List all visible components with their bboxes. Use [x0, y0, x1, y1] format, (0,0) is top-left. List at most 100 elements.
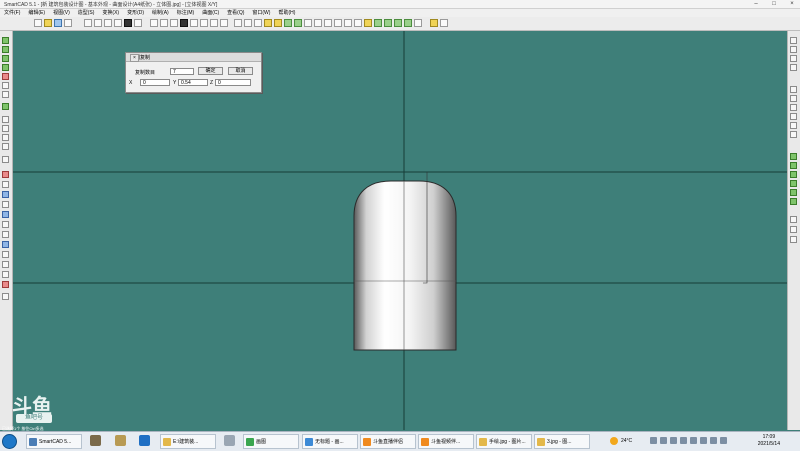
menu-query[interactable]: 查看(Q) — [227, 9, 244, 17]
app-icon[interactable] — [139, 435, 150, 446]
dialog-close-button[interactable]: × — [130, 54, 139, 62]
y-offset-input[interactable]: 0.54 — [178, 79, 208, 86]
tray-icon[interactable] — [670, 437, 677, 444]
circle-icon[interactable] — [94, 19, 102, 27]
view-top-icon[interactable] — [364, 19, 372, 27]
menu-transform[interactable]: 变换(X) — [102, 9, 119, 17]
taskbar-item-explorer[interactable]: E:\建筑装... — [160, 434, 216, 449]
rect-icon[interactable] — [170, 19, 178, 27]
arrow-right-icon[interactable] — [294, 19, 302, 27]
zoom-in-icon[interactable] — [314, 19, 322, 27]
join-icon[interactable] — [2, 261, 9, 268]
align-icon[interactable] — [790, 113, 797, 120]
line-icon[interactable] — [2, 37, 9, 44]
triangle-icon[interactable] — [264, 19, 272, 27]
close-button[interactable]: × — [786, 0, 798, 8]
frame-icon[interactable] — [200, 19, 208, 27]
menu-dimension[interactable]: 标注(M) — [177, 9, 195, 17]
snap-point-icon[interactable] — [790, 236, 797, 243]
app-icon[interactable] — [90, 435, 101, 446]
polygon-icon[interactable] — [2, 125, 9, 132]
x-offset-input[interactable]: 0 — [140, 79, 170, 86]
color-icon[interactable] — [790, 162, 797, 169]
move-icon[interactable] — [104, 19, 112, 27]
triangle-down-icon[interactable] — [274, 19, 282, 27]
taskbar-item-douyu-video[interactable]: 斗鱼视频伴... — [418, 434, 474, 449]
mirror-icon[interactable] — [2, 171, 9, 178]
align-icon[interactable] — [790, 86, 797, 93]
layer-icon[interactable] — [790, 55, 797, 62]
ok-button[interactable]: 确定 — [198, 67, 223, 75]
array-icon[interactable] — [2, 271, 9, 278]
circle-tool-icon[interactable] — [2, 73, 9, 80]
tray-icon[interactable] — [710, 437, 717, 444]
input-method-icon[interactable] — [720, 437, 727, 444]
minimize-button[interactable]: – — [750, 0, 762, 8]
fill-icon[interactable] — [180, 19, 188, 27]
menu-shape[interactable]: 造型(S) — [78, 9, 95, 17]
tray-icon[interactable] — [690, 437, 697, 444]
rect-icon[interactable] — [160, 19, 168, 27]
save-icon[interactable] — [54, 19, 62, 27]
frame-icon[interactable] — [210, 19, 218, 27]
taskbar-item-smartcad[interactable]: SmartCAD 5... — [26, 434, 82, 449]
align-icon[interactable] — [790, 104, 797, 111]
chamfer-icon[interactable] — [2, 231, 9, 238]
cylinder-model[interactable] — [353, 180, 457, 351]
fillet-icon[interactable] — [2, 134, 9, 141]
menu-file[interactable]: 文件(F) — [4, 9, 20, 17]
sweep-icon[interactable] — [2, 191, 9, 198]
color-icon[interactable] — [790, 189, 797, 196]
trim-icon[interactable] — [2, 143, 9, 150]
network-icon[interactable] — [650, 437, 657, 444]
surface-icon[interactable] — [2, 211, 9, 218]
menu-deform[interactable]: 变形(D) — [127, 9, 144, 17]
render-icon[interactable] — [414, 19, 422, 27]
taskbar-item-paint[interactable]: 画图 — [243, 434, 299, 449]
split-icon[interactable] — [2, 251, 9, 258]
measure-icon[interactable] — [2, 293, 9, 300]
view-3d-icon[interactable] — [394, 19, 402, 27]
snap-point-icon[interactable] — [790, 226, 797, 233]
view-front-icon[interactable] — [384, 19, 392, 27]
rectangle-icon[interactable] — [2, 116, 9, 123]
menu-edit[interactable]: 编辑(E) — [28, 9, 45, 17]
new-icon[interactable] — [34, 19, 42, 27]
taskbar-item-douyu[interactable]: 斗鱼直播伴侣 — [360, 434, 416, 449]
rect-icon[interactable] — [150, 19, 158, 27]
view-icon[interactable] — [354, 19, 362, 27]
layer-icon[interactable] — [790, 37, 797, 44]
view-side-icon[interactable] — [374, 19, 382, 27]
delete-icon[interactable] — [2, 281, 9, 288]
pointer-icon[interactable] — [440, 19, 448, 27]
tray-icon[interactable] — [680, 437, 687, 444]
revolve-icon[interactable] — [2, 181, 9, 188]
color-icon[interactable] — [790, 171, 797, 178]
cancel-button[interactable]: 取消 — [228, 67, 253, 75]
loft-icon[interactable] — [2, 201, 9, 208]
align-icon[interactable] — [790, 122, 797, 129]
color-icon[interactable] — [790, 180, 797, 187]
layer-icon[interactable] — [790, 64, 797, 71]
arc-icon[interactable] — [2, 64, 9, 71]
extrude-icon[interactable] — [2, 156, 9, 163]
menu-draw[interactable]: 绘制(A) — [152, 9, 169, 17]
arrow-left-icon[interactable] — [284, 19, 292, 27]
taskbar-item-notepad[interactable]: 无标题 - 画... — [302, 434, 358, 449]
offset-icon[interactable] — [2, 221, 9, 228]
zoom-window-icon[interactable] — [334, 19, 342, 27]
zoom-icon[interactable] — [304, 19, 312, 27]
ellipse-icon[interactable] — [2, 82, 9, 89]
app-icon[interactable] — [224, 435, 235, 446]
menu-window[interactable]: 窗口(W) — [252, 9, 270, 17]
text-icon[interactable] — [2, 103, 9, 110]
menu-view[interactable]: 视图(V) — [53, 9, 70, 17]
point-icon[interactable] — [124, 19, 132, 27]
count-input[interactable]: 7 — [170, 68, 194, 75]
tray-icon[interactable] — [700, 437, 707, 444]
clock[interactable]: 17:09 2021/5/14 — [758, 434, 780, 448]
grid-icon[interactable] — [244, 19, 252, 27]
pan-icon[interactable] — [344, 19, 352, 27]
layer-icon[interactable] — [790, 46, 797, 53]
snap-point-icon[interactable] — [790, 216, 797, 223]
